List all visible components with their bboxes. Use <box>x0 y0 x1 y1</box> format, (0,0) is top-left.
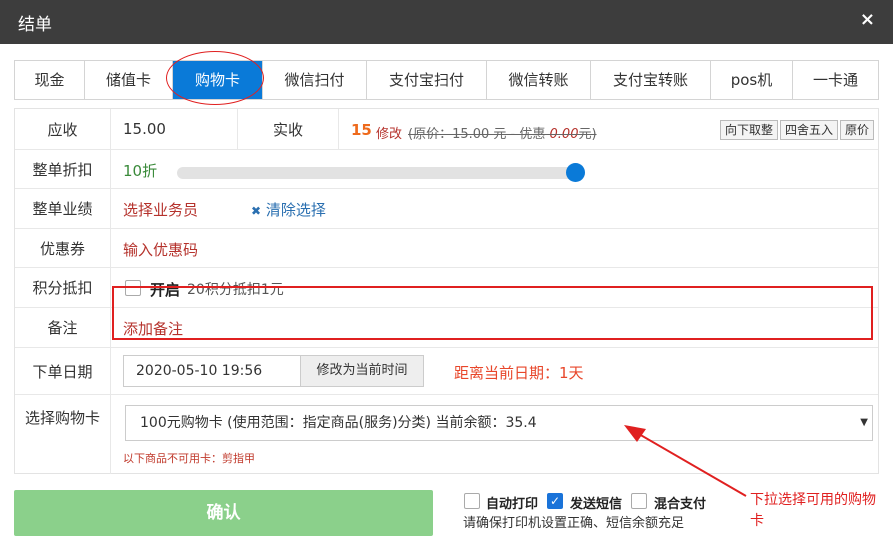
auto-print-checkbox[interactable] <box>464 493 480 509</box>
price-detail: (原价：15.00 元 - 优惠 0.00元) <box>408 123 597 142</box>
unusable-notice: 以下商品不可用卡：剪指甲 <box>123 452 255 465</box>
tab-cash[interactable]: 现金 <box>15 61 85 99</box>
order-date-input[interactable]: 2020-05-10 19:56 <box>123 355 301 387</box>
points-checkbox[interactable] <box>125 280 141 296</box>
points-toggle-label: 开启 <box>150 281 181 299</box>
price-detail-text: (原价：15.00 元 - 优惠 <box>408 127 550 142</box>
original-price-button[interactable]: 原价 <box>840 120 875 140</box>
performance-label: 整单业绩 <box>15 189 111 228</box>
print-sms-hint: 请确保打印机设置正确、短信余额充足 <box>463 516 685 531</box>
caret-down-icon: ▼ <box>860 417 868 428</box>
shopping-card-selected: 100元购物卡 (使用范围：指定商品(服务)分类) 当前余额：35.4 <box>140 415 537 431</box>
discount-slider[interactable] <box>177 167 585 179</box>
dialog-title: 结单 <box>18 15 52 35</box>
coupon-label: 优惠券 <box>15 229 111 267</box>
round-half-button[interactable]: 四舍五入 <box>780 120 839 140</box>
discount-value: 10折 <box>123 162 158 180</box>
discount-label: 整单折扣 <box>15 150 111 188</box>
add-remark-link[interactable]: 添加备注 <box>123 318 183 339</box>
mixed-pay-checkbox[interactable] <box>631 493 647 509</box>
price-detail-end: 元) <box>578 127 597 142</box>
mixed-pay-label: 混合支付 <box>654 497 707 512</box>
actual-label: 实收 <box>237 109 339 149</box>
tab-pos[interactable]: pos机 <box>711 61 793 99</box>
performance-row: 整单业绩 选择业务员 ✖ 清除选择 <box>15 189 878 229</box>
order-date-label: 下单日期 <box>15 348 111 394</box>
tab-one-card[interactable]: 一卡通 <box>793 61 878 99</box>
select-staff-link[interactable]: 选择业务员 <box>123 199 198 220</box>
remark-row: 备注 添加备注 <box>15 308 878 348</box>
tab-alipay-scan[interactable]: 支付宝扫付 <box>367 61 487 99</box>
coupon-input-link[interactable]: 输入优惠码 <box>123 239 198 260</box>
receivable-label: 应收 <box>15 109 111 149</box>
receivable-value: 15.00 <box>123 120 166 138</box>
points-label: 积分抵扣 <box>15 268 111 307</box>
remark-label: 备注 <box>15 308 111 347</box>
modify-link[interactable]: 修改 <box>376 123 402 142</box>
round-down-button[interactable]: 向下取整 <box>720 120 779 140</box>
tab-stored-value-card[interactable]: 储值卡 <box>85 61 173 99</box>
clear-selection-link[interactable]: ✖ 清除选择 <box>251 199 326 220</box>
shopping-card-select[interactable]: 100元购物卡 (使用范围：指定商品(服务)分类) 当前余额：35.4 ▼ <box>125 405 873 441</box>
set-current-time-button[interactable]: 修改为当前时间 <box>300 355 424 387</box>
points-rule: 20积分抵扣1元 <box>187 282 284 298</box>
actual-value: 15 <box>351 121 372 139</box>
discount-amount: 0.00 <box>549 127 579 142</box>
close-x-icon: ✖ <box>251 204 262 218</box>
shopping-card-label: 选择购物卡 <box>15 395 111 474</box>
dialog-titlebar: 结单 × <box>0 0 893 44</box>
tab-alipay-transfer[interactable]: 支付宝转账 <box>591 61 711 99</box>
tab-shopping-card[interactable]: 购物卡 <box>173 61 263 99</box>
order-date-row: 下单日期 2020-05-10 19:56 修改为当前时间 距离当前日期：1天 <box>15 348 878 395</box>
points-row: 积分抵扣 开启 20积分抵扣1元 <box>15 268 878 308</box>
date-distance: 距离当前日期：1天 <box>454 364 584 382</box>
amount-row: 应收 15.00 实收 15 修改 (原价：15.00 元 - 优惠 0.00元… <box>15 109 878 150</box>
discount-row: 整单折扣 10折 <box>15 150 878 189</box>
send-sms-label: 发送短信 <box>570 497 623 512</box>
tab-wechat-transfer[interactable]: 微信转账 <box>487 61 591 99</box>
checkout-form: 应收 15.00 实收 15 修改 (原价：15.00 元 - 优惠 0.00元… <box>14 108 879 474</box>
close-icon[interactable]: × <box>860 9 875 30</box>
send-sms-checkbox[interactable]: ✓ <box>547 493 563 509</box>
discount-slider-handle[interactable] <box>566 163 585 182</box>
auto-print-label: 自动打印 <box>486 497 539 512</box>
annotation-text: 下拉选择可用的购物卡 <box>750 492 876 529</box>
clear-selection-text: 清除选择 <box>265 201 326 219</box>
coupon-row: 优惠券 输入优惠码 <box>15 229 878 268</box>
check-icon: ✓ <box>549 494 561 508</box>
tab-wechat-scan[interactable]: 微信扫付 <box>263 61 367 99</box>
confirm-button[interactable]: 确认 <box>14 490 433 536</box>
payment-tabs: 现金 储值卡 购物卡 微信扫付 支付宝扫付 微信转账 支付宝转账 pos机 一卡… <box>14 60 879 100</box>
